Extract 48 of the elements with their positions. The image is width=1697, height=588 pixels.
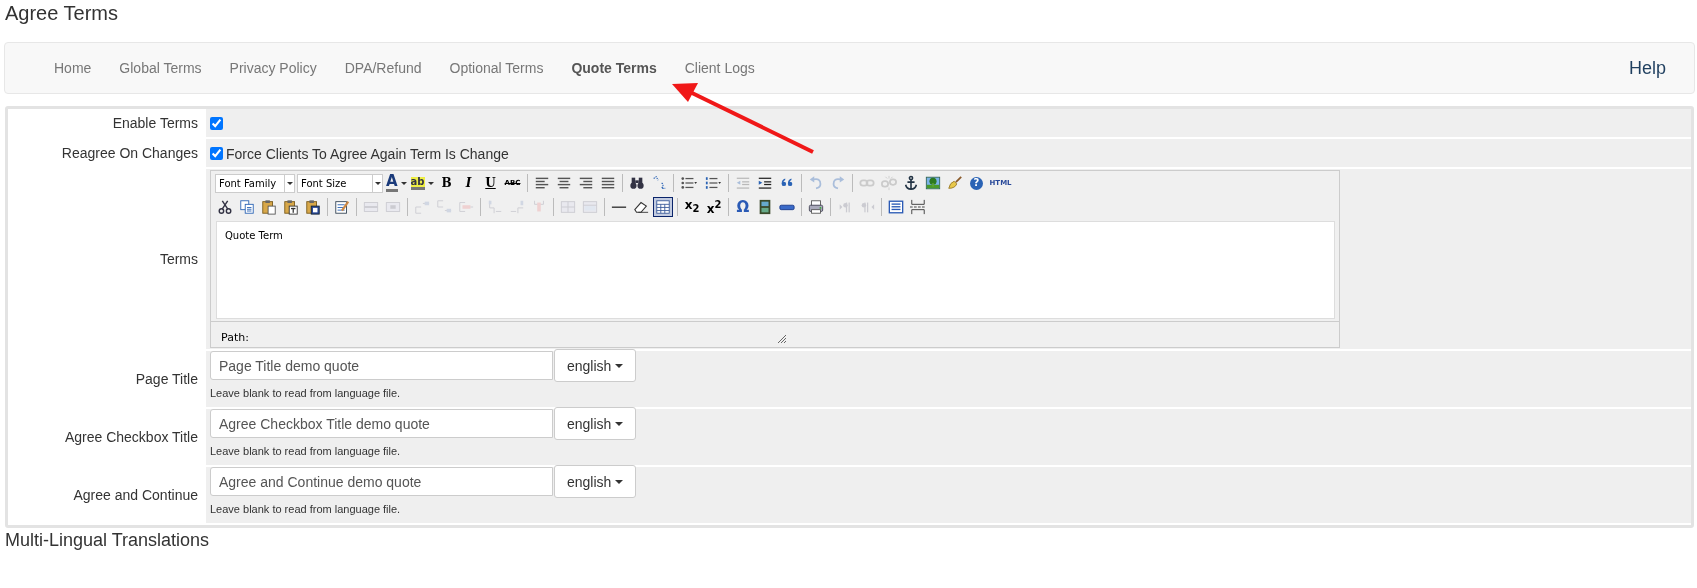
field-label: Agree Checkbox Title: [64, 429, 198, 445]
nav-tab[interactable]: Optional Terms: [435, 60, 558, 76]
copy-icon[interactable]: [237, 197, 257, 217]
nav-tab[interactable]: Privacy Policy: [215, 60, 331, 76]
printer-icon[interactable]: [806, 197, 826, 217]
checkbox-label[interactable]: Force Clients To Agree Again Term Is Change: [226, 145, 509, 162]
bold-button[interactable]: B: [436, 173, 457, 193]
paste-icon[interactable]: [259, 197, 279, 217]
help-button[interactable]: ?: [966, 173, 987, 193]
superscript-button[interactable]: x$^{2}$: [704, 197, 724, 217]
table-grid-icon[interactable]: [653, 197, 673, 217]
text-field[interactable]: Agree Checkbox Title demo quote: [210, 409, 553, 438]
help-text: Leave blank to read from language file.: [210, 503, 401, 515]
checkbox[interactable]: [210, 117, 223, 130]
font-select[interactable]: Font Family: [215, 173, 295, 193]
italic-button[interactable]: I: [458, 173, 479, 193]
checkbox[interactable]: [210, 147, 223, 160]
field-label: Page Title: [135, 371, 198, 387]
language-dropdown[interactable]: english: [554, 349, 637, 382]
field-label: Agree and Continue: [73, 487, 198, 503]
field-label: Enable Terms: [112, 115, 198, 131]
text-field[interactable]: Agree and Continue demo quote: [210, 467, 553, 496]
text-field[interactable]: Page Title demo quote: [210, 351, 553, 380]
page-title: Agree Terms: [4, 1, 119, 26]
help-text: Leave blank to read from language file.: [210, 445, 401, 457]
path-label: Path:: [221, 331, 250, 344]
field-label: Terms: [159, 251, 198, 267]
paste-text-icon[interactable]: [281, 197, 301, 217]
underline-button[interactable]: U: [480, 173, 501, 193]
font-select[interactable]: Font Size: [297, 173, 383, 193]
help-text: Leave blank to read from language file.: [210, 387, 401, 399]
special-character-button[interactable]: Ω: [733, 197, 753, 217]
nav-tab[interactable]: DPA/Refund: [330, 60, 436, 76]
section-heading: Multi-Lingual Translations: [5, 530, 211, 551]
paste-word-icon[interactable]: [303, 197, 323, 217]
editor-content[interactable]: Quote Term: [216, 221, 1335, 319]
nav-tab[interactable]: Client Logs: [670, 60, 769, 76]
text-color-button[interactable]: A: [385, 173, 408, 193]
nav-tab[interactable]: Quote Terms: [557, 60, 671, 76]
highlight-button[interactable]: ab: [409, 173, 435, 193]
field-label: Reagree On Changes: [61, 145, 198, 161]
subscript-button[interactable]: x$_{2}$: [682, 197, 702, 217]
language-dropdown[interactable]: english: [554, 407, 637, 440]
nav-tab[interactable]: Home: [40, 60, 106, 76]
nav-tab[interactable]: Global Terms: [105, 60, 216, 76]
help-link[interactable]: Help: [1628, 57, 1666, 79]
page-break-icon[interactable]: [908, 197, 928, 217]
language-dropdown[interactable]: english: [554, 465, 637, 498]
